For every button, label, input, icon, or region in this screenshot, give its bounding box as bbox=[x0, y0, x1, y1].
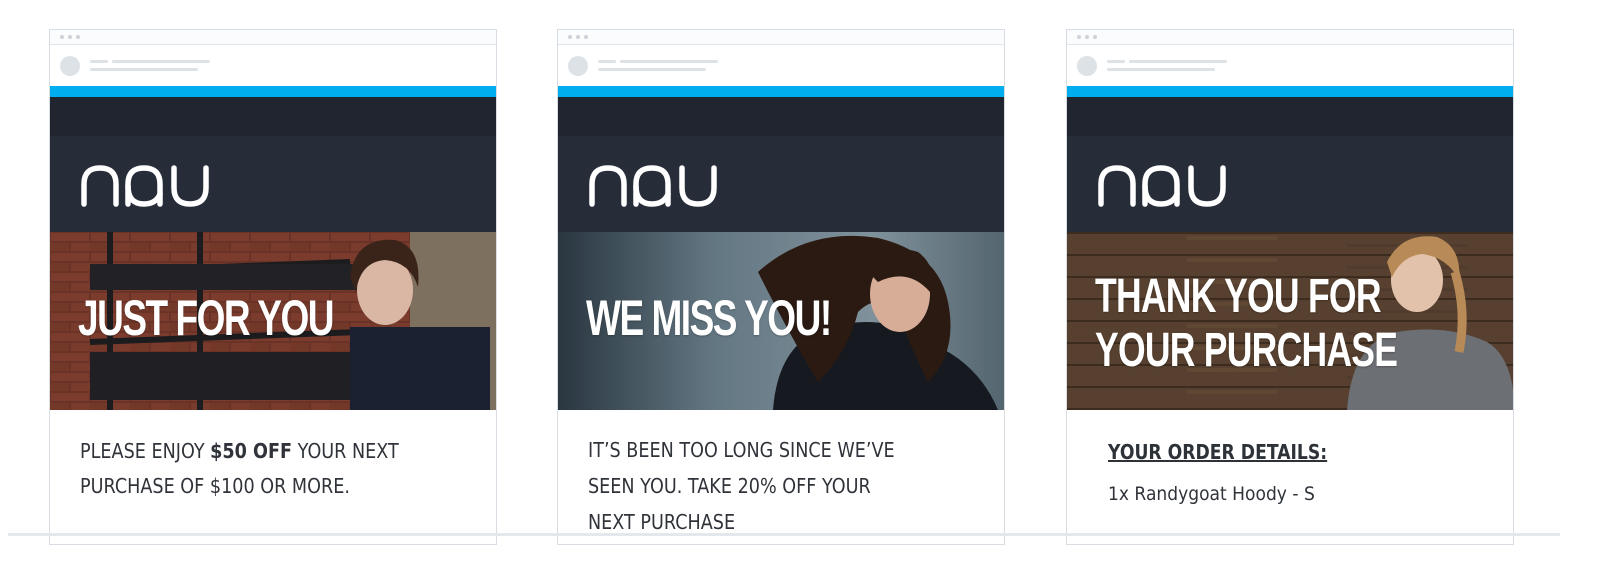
accent-bar bbox=[1067, 86, 1513, 97]
window-dot-icon bbox=[576, 35, 580, 39]
accent-bar bbox=[50, 86, 496, 97]
discount-amount: $50 OFF bbox=[210, 439, 293, 463]
window-dot-icon bbox=[584, 35, 588, 39]
window-dot-icon bbox=[1093, 35, 1097, 39]
window-dot-icon bbox=[76, 35, 80, 39]
window-dot-icon bbox=[68, 35, 72, 39]
email-header-placeholder bbox=[558, 45, 1004, 86]
email-nav-bar bbox=[50, 97, 496, 136]
placeholder-line bbox=[598, 60, 616, 63]
nau-logo: nau bbox=[584, 164, 724, 208]
window-chrome bbox=[1067, 30, 1513, 45]
email-preview-card[interactable]: nau THANK YOU FOR YOUR PURCHASE bbox=[1066, 29, 1514, 545]
email-preview-card[interactable]: nau WE MISS YOU! IT’S BEEN TOO LONG SINC bbox=[557, 29, 1005, 545]
email-header-placeholder bbox=[1067, 45, 1513, 86]
placeholder-line bbox=[1129, 60, 1227, 63]
email-header-placeholder bbox=[50, 45, 496, 86]
hero-banner: JUST FOR YOU bbox=[50, 232, 496, 410]
avatar bbox=[60, 56, 80, 76]
hero-title: THANK YOU FOR YOUR PURCHASE bbox=[1095, 270, 1398, 377]
hero-banner: THANK YOU FOR YOUR PURCHASE bbox=[1067, 232, 1513, 410]
placeholder-line bbox=[112, 60, 210, 63]
message-text: IT’S BEEN TOO LONG SINCE WE’VE SEEN YOU.… bbox=[588, 438, 895, 534]
hero-title: JUST FOR YOU bbox=[78, 290, 334, 346]
window-dot-icon bbox=[60, 35, 64, 39]
logo-band: nau bbox=[558, 136, 1004, 232]
email-nav-bar bbox=[558, 97, 1004, 136]
avatar bbox=[1077, 56, 1097, 76]
avatar bbox=[568, 56, 588, 76]
offer-text: PLEASE ENJOY $50 OFF YOUR NEXT PURCHASE … bbox=[80, 439, 399, 498]
placeholder-line bbox=[90, 68, 198, 71]
hero-banner: WE MISS YOU! bbox=[558, 232, 1004, 410]
logo-band: nau bbox=[1067, 136, 1513, 232]
window-chrome bbox=[558, 30, 1004, 45]
logo-band: nau bbox=[50, 136, 496, 232]
email-nav-bar bbox=[1067, 97, 1513, 136]
hero-title: WE MISS YOU! bbox=[586, 290, 832, 346]
nau-logo: nau bbox=[1093, 164, 1233, 208]
order-item: 1x Randygoat Hoody - S bbox=[1108, 483, 1315, 505]
placeholder-line bbox=[1107, 60, 1125, 63]
nau-logo: nau bbox=[76, 164, 216, 208]
window-dot-icon bbox=[1085, 35, 1089, 39]
window-dot-icon bbox=[1077, 35, 1081, 39]
placeholder-line bbox=[90, 60, 108, 63]
section-divider bbox=[8, 533, 1560, 536]
placeholder-line bbox=[598, 68, 706, 71]
placeholder-line bbox=[1107, 68, 1215, 71]
email-preview-card[interactable]: nau bbox=[49, 29, 497, 545]
window-dot-icon bbox=[568, 35, 572, 39]
order-details-heading: YOUR ORDER DETAILS: bbox=[1108, 440, 1328, 464]
window-chrome bbox=[50, 30, 496, 45]
accent-bar bbox=[558, 86, 1004, 97]
placeholder-line bbox=[620, 60, 718, 63]
